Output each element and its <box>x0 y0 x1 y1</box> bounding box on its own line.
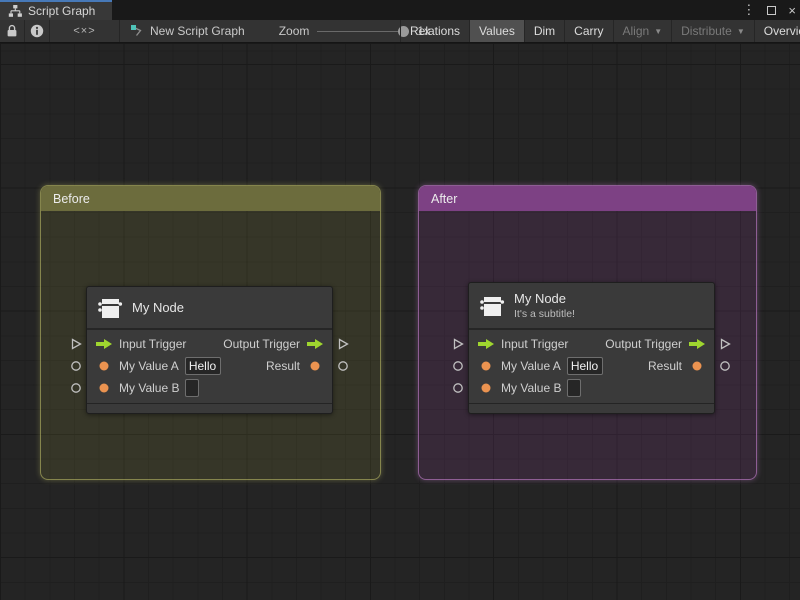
flow-arrow-icon[interactable] <box>95 338 113 351</box>
output-flow-port-icon[interactable] <box>719 338 731 350</box>
port-row-trigger: Input Trigger Output Trigger <box>71 333 349 355</box>
flow-arrow-icon[interactable] <box>477 338 495 351</box>
node-my-node-before[interactable]: My Node Input Trigger Output Trigger My … <box>71 286 349 414</box>
flow-arrow-icon[interactable] <box>306 338 324 351</box>
node-footer <box>469 403 714 413</box>
relations-label: Relations <box>410 24 461 38</box>
port-row-value-a: My Value A Result <box>453 355 730 377</box>
output-flow-port-icon[interactable] <box>337 338 349 350</box>
group-after-label: After <box>431 191 458 206</box>
node-header[interactable]: My Node It's a subtitle! <box>469 283 714 330</box>
port-label: Input Trigger <box>119 337 187 351</box>
carry-label: Carry <box>574 24 604 38</box>
overview-label: Overview <box>763 24 800 38</box>
graph-canvas[interactable]: Before After My Node Input Trigger Outpu… <box>0 44 800 600</box>
close-icon[interactable]: × <box>788 3 796 18</box>
maximize-icon[interactable] <box>767 5 777 15</box>
title-bar: Script Graph ⋮ × <box>0 0 800 20</box>
value-b-input[interactable] <box>567 379 582 397</box>
value-a-input[interactable] <box>566 357 603 375</box>
port-row-value-b: My Value B <box>71 377 332 399</box>
input-value-port-icon[interactable] <box>70 360 82 372</box>
info-icon <box>30 24 44 38</box>
port-label: My Value A <box>501 359 561 373</box>
carry-button[interactable]: Carry <box>565 20 614 42</box>
toolbar-right: Relations Values Dim Carry Align ▼ Distr… <box>400 20 800 42</box>
align-dropdown[interactable]: Align ▼ <box>614 20 673 42</box>
input-flow-port-icon[interactable] <box>70 338 82 350</box>
flow-arrow-icon[interactable] <box>688 338 706 351</box>
node-ports: Input Trigger Output Trigger My Value A … <box>453 330 731 401</box>
toolbar-left: <×> New Script Graph Zoom 1x <box>0 20 430 42</box>
node-ports: Input Trigger Output Trigger My Value A … <box>71 330 349 401</box>
group-before-label: Before <box>53 191 90 206</box>
align-label: Align <box>622 24 650 38</box>
code-icon: <×> <box>73 25 96 37</box>
output-value-port-icon[interactable] <box>719 360 731 372</box>
input-value-port-icon[interactable] <box>452 360 464 372</box>
chevron-down-icon: ▼ <box>736 26 745 36</box>
dim-button[interactable]: Dim <box>525 20 566 42</box>
port-row-trigger: Input Trigger Output Trigger <box>453 333 731 355</box>
value-a-input[interactable] <box>184 357 221 375</box>
value-dot-icon[interactable] <box>477 382 495 395</box>
window-controls: ⋮ × <box>742 0 796 20</box>
group-after-header[interactable]: After <box>419 186 756 211</box>
port-label: My Value B <box>119 381 180 395</box>
script-graph-window: Script Graph ⋮ × <×> New Script Graph Zo… <box>0 0 800 600</box>
port-label: Result <box>265 359 300 373</box>
input-value-port-icon[interactable] <box>70 382 82 394</box>
group-before-header[interactable]: Before <box>41 186 380 211</box>
lock-button[interactable] <box>0 20 25 42</box>
port-label: My Value B <box>501 381 562 395</box>
tab-script-graph[interactable]: Script Graph <box>0 0 112 20</box>
value-dot-icon[interactable] <box>477 360 495 373</box>
tab-title: Script Graph <box>28 4 96 18</box>
port-row-value-a: My Value A Result <box>71 355 348 377</box>
values-label: Values <box>479 24 515 38</box>
input-flow-port-icon[interactable] <box>452 338 464 350</box>
node-title: My Node <box>514 291 567 306</box>
node-footer <box>87 403 332 413</box>
window-menu-icon[interactable]: ⋮ <box>742 2 755 18</box>
inspector-button[interactable] <box>25 20 50 42</box>
dim-label: Dim <box>533 24 556 38</box>
zoom-label: Zoom <box>278 24 310 38</box>
value-dot-icon[interactable] <box>306 360 324 373</box>
graph-asset-icon <box>131 25 142 36</box>
value-b-input[interactable] <box>185 379 200 397</box>
port-label: Input Trigger <box>501 337 569 351</box>
distribute-label: Distribute <box>681 24 732 38</box>
unit-node-icon <box>98 298 123 318</box>
node-header[interactable]: My Node <box>87 287 332 330</box>
node-title: My Node <box>132 300 185 315</box>
values-button[interactable]: Values <box>470 20 525 42</box>
zoom-slider[interactable] <box>317 25 410 37</box>
port-label: Result <box>647 359 682 373</box>
zoom-slider-track <box>317 30 410 32</box>
port-row-value-b: My Value B <box>453 377 714 399</box>
value-dot-icon[interactable] <box>95 360 113 373</box>
graph-name-label: New Script Graph <box>150 24 245 38</box>
lock-icon <box>7 24 17 37</box>
node-subtitle: It's a subtitle! <box>514 308 575 320</box>
unit-node-icon <box>480 296 505 316</box>
chevron-down-icon: ▼ <box>654 26 663 36</box>
new-script-graph-button[interactable]: New Script Graph <box>120 20 255 42</box>
value-dot-icon[interactable] <box>95 382 113 395</box>
overview-button[interactable]: Overview <box>755 20 800 42</box>
port-label: Output Trigger <box>605 337 682 351</box>
node-my-node-after[interactable]: My Node It's a subtitle! Input Trigger O… <box>453 282 731 414</box>
graph-hierarchy-icon <box>8 5 22 17</box>
input-value-port-icon[interactable] <box>452 382 464 394</box>
distribute-dropdown[interactable]: Distribute ▼ <box>672 20 755 42</box>
port-label: My Value A <box>119 359 179 373</box>
toolbar: <×> New Script Graph Zoom 1x Relations V… <box>0 20 800 43</box>
port-label: Output Trigger <box>223 337 300 351</box>
output-value-port-icon[interactable] <box>337 360 349 372</box>
value-dot-icon[interactable] <box>688 360 706 373</box>
relations-button[interactable]: Relations <box>400 20 471 42</box>
code-preview-button[interactable]: <×> <box>50 20 120 42</box>
